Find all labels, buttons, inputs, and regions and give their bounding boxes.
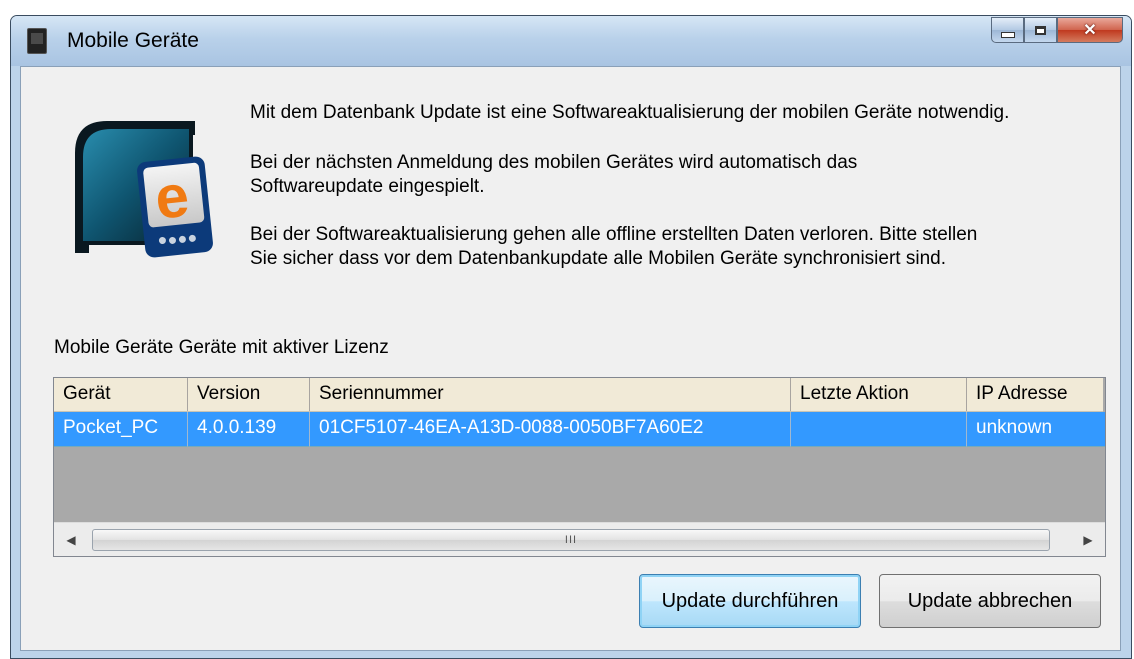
window-title: Mobile Geräte bbox=[67, 29, 199, 52]
scroll-left-button[interactable]: ◀ bbox=[54, 523, 88, 556]
scroll-thumb[interactable]: III bbox=[92, 529, 1050, 551]
column-header-ip[interactable]: IP Adresse bbox=[967, 378, 1103, 411]
close-icon: ✕ bbox=[1083, 22, 1097, 39]
close-button[interactable]: ✕ bbox=[1057, 17, 1123, 43]
info-text-2b: Softwareupdate eingespielt. bbox=[250, 176, 485, 197]
scroll-right-icon: ▶ bbox=[1083, 533, 1093, 547]
devices-group-label: Mobile Geräte Geräte mit aktiver Lizenz bbox=[54, 337, 389, 358]
title-bar[interactable]: Mobile Geräte ✕ bbox=[11, 16, 1131, 66]
info-text-3a: Bei der Softwareaktualisierung gehen all… bbox=[250, 224, 978, 245]
column-header-last-action[interactable]: Letzte Aktion bbox=[791, 378, 967, 411]
window-controls: ✕ bbox=[991, 17, 1123, 43]
dialog-window: Mobile Geräte ✕ e Mit dem Datenbank Upda… bbox=[10, 15, 1132, 659]
grid-header: Gerät Version Seriennummer Letzte Aktion… bbox=[54, 378, 1103, 412]
update-button[interactable]: Update durchführen bbox=[639, 574, 861, 628]
cell-ip[interactable]: unknown bbox=[967, 412, 1105, 447]
minimize-icon bbox=[1000, 32, 1015, 38]
column-header-serial[interactable]: Seriennummer bbox=[310, 378, 791, 411]
scroll-right-button[interactable]: ▶ bbox=[1071, 523, 1105, 556]
devices-grid[interactable]: Gerät Version Seriennummer Letzte Aktion… bbox=[53, 377, 1106, 557]
table-row[interactable]: Pocket_PC 4.0.0.139 01CF5107-46EA-A13D-0… bbox=[54, 412, 1105, 447]
info-text-3b: Sie sicher dass vor dem Datenbankupdate … bbox=[250, 248, 946, 269]
info-text-2a: Bei der nächsten Anmeldung des mobilen G… bbox=[250, 152, 858, 173]
cell-version[interactable]: 4.0.0.139 bbox=[188, 412, 310, 447]
cell-device[interactable]: Pocket_PC bbox=[54, 412, 188, 447]
column-header-version[interactable]: Version bbox=[188, 378, 310, 411]
dialog-content: e Mit dem Datenbank Update ist eine Soft… bbox=[20, 66, 1121, 651]
device-icon bbox=[27, 28, 47, 54]
cancel-update-button[interactable]: Update abbrechen bbox=[879, 574, 1101, 628]
column-header-device[interactable]: Gerät bbox=[54, 378, 188, 411]
logo-letter: e bbox=[152, 162, 192, 232]
minimize-button[interactable] bbox=[991, 17, 1024, 43]
cell-serial[interactable]: 01CF5107-46EA-A13D-0088-0050BF7A60E2 bbox=[310, 412, 791, 447]
cell-last-action[interactable] bbox=[791, 412, 967, 447]
info-text-1: Mit dem Datenbank Update ist eine Softwa… bbox=[250, 102, 1010, 123]
maximize-icon bbox=[1035, 25, 1046, 35]
scroll-left-icon: ◀ bbox=[66, 533, 76, 547]
grip-icon: III bbox=[564, 534, 578, 546]
maximize-button[interactable] bbox=[1024, 17, 1057, 43]
app-logo: e bbox=[75, 121, 213, 258]
horizontal-scrollbar[interactable]: ◀ III ▶ bbox=[54, 522, 1105, 556]
